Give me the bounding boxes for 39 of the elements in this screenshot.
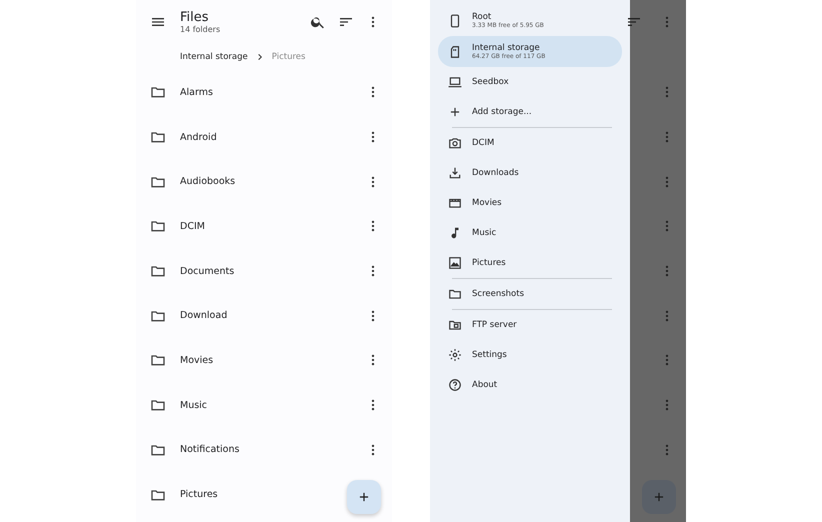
drawer-item[interactable]: Movies <box>438 188 622 218</box>
folder-name[interactable]: Music <box>180 400 208 411</box>
breadcrumb-item[interactable]: Pictures <box>272 52 306 62</box>
image-icon <box>448 256 462 270</box>
folder-icon <box>448 318 462 332</box>
drawer-item[interactable]: Settings <box>438 340 622 370</box>
download-icon <box>448 166 462 180</box>
drawer-item[interactable]: Downloads <box>438 158 622 188</box>
drawer-item[interactable]: Add storage... <box>438 97 622 127</box>
sd-card-icon <box>448 44 462 58</box>
drawer-item[interactable]: Pictures <box>438 248 622 278</box>
film-icon <box>448 196 462 210</box>
laptop-icon <box>448 75 462 89</box>
drawer-item[interactable]: About <box>438 370 622 400</box>
settings-icon <box>448 348 462 362</box>
folder-icon <box>448 287 462 301</box>
drawer-item[interactable]: DCIM <box>438 128 622 158</box>
folder-name[interactable]: Download <box>180 310 228 322</box>
folder-name[interactable]: Audiobooks <box>180 176 236 188</box>
app-title: Files <box>180 10 210 25</box>
folder-count: 14 folders <box>180 25 222 34</box>
folder-name[interactable]: Notifications <box>180 444 240 456</box>
plus-icon <box>448 105 462 119</box>
folder-name[interactable]: Android <box>180 132 217 143</box>
plus-icon <box>357 490 371 504</box>
breadcrumb-item[interactable]: Internal storage <box>180 52 248 62</box>
drawer-item[interactable]: Music <box>438 218 622 248</box>
folder-name[interactable]: Movies <box>180 354 214 366</box>
help-icon <box>448 378 462 392</box>
drawer-item[interactable]: FTP server <box>438 310 622 340</box>
phone-icon <box>448 14 462 28</box>
camera-icon <box>448 136 462 150</box>
drawer-item[interactable]: Screenshots <box>438 279 622 309</box>
folder-name[interactable]: Alarms <box>180 86 213 98</box>
folder-name[interactable]: DCIM <box>180 220 205 232</box>
folder-name[interactable]: Pictures <box>180 489 218 500</box>
plus-icon <box>652 490 666 504</box>
folder-name[interactable]: Documents <box>180 266 234 277</box>
drawer-item[interactable]: Seedbox <box>438 67 622 97</box>
